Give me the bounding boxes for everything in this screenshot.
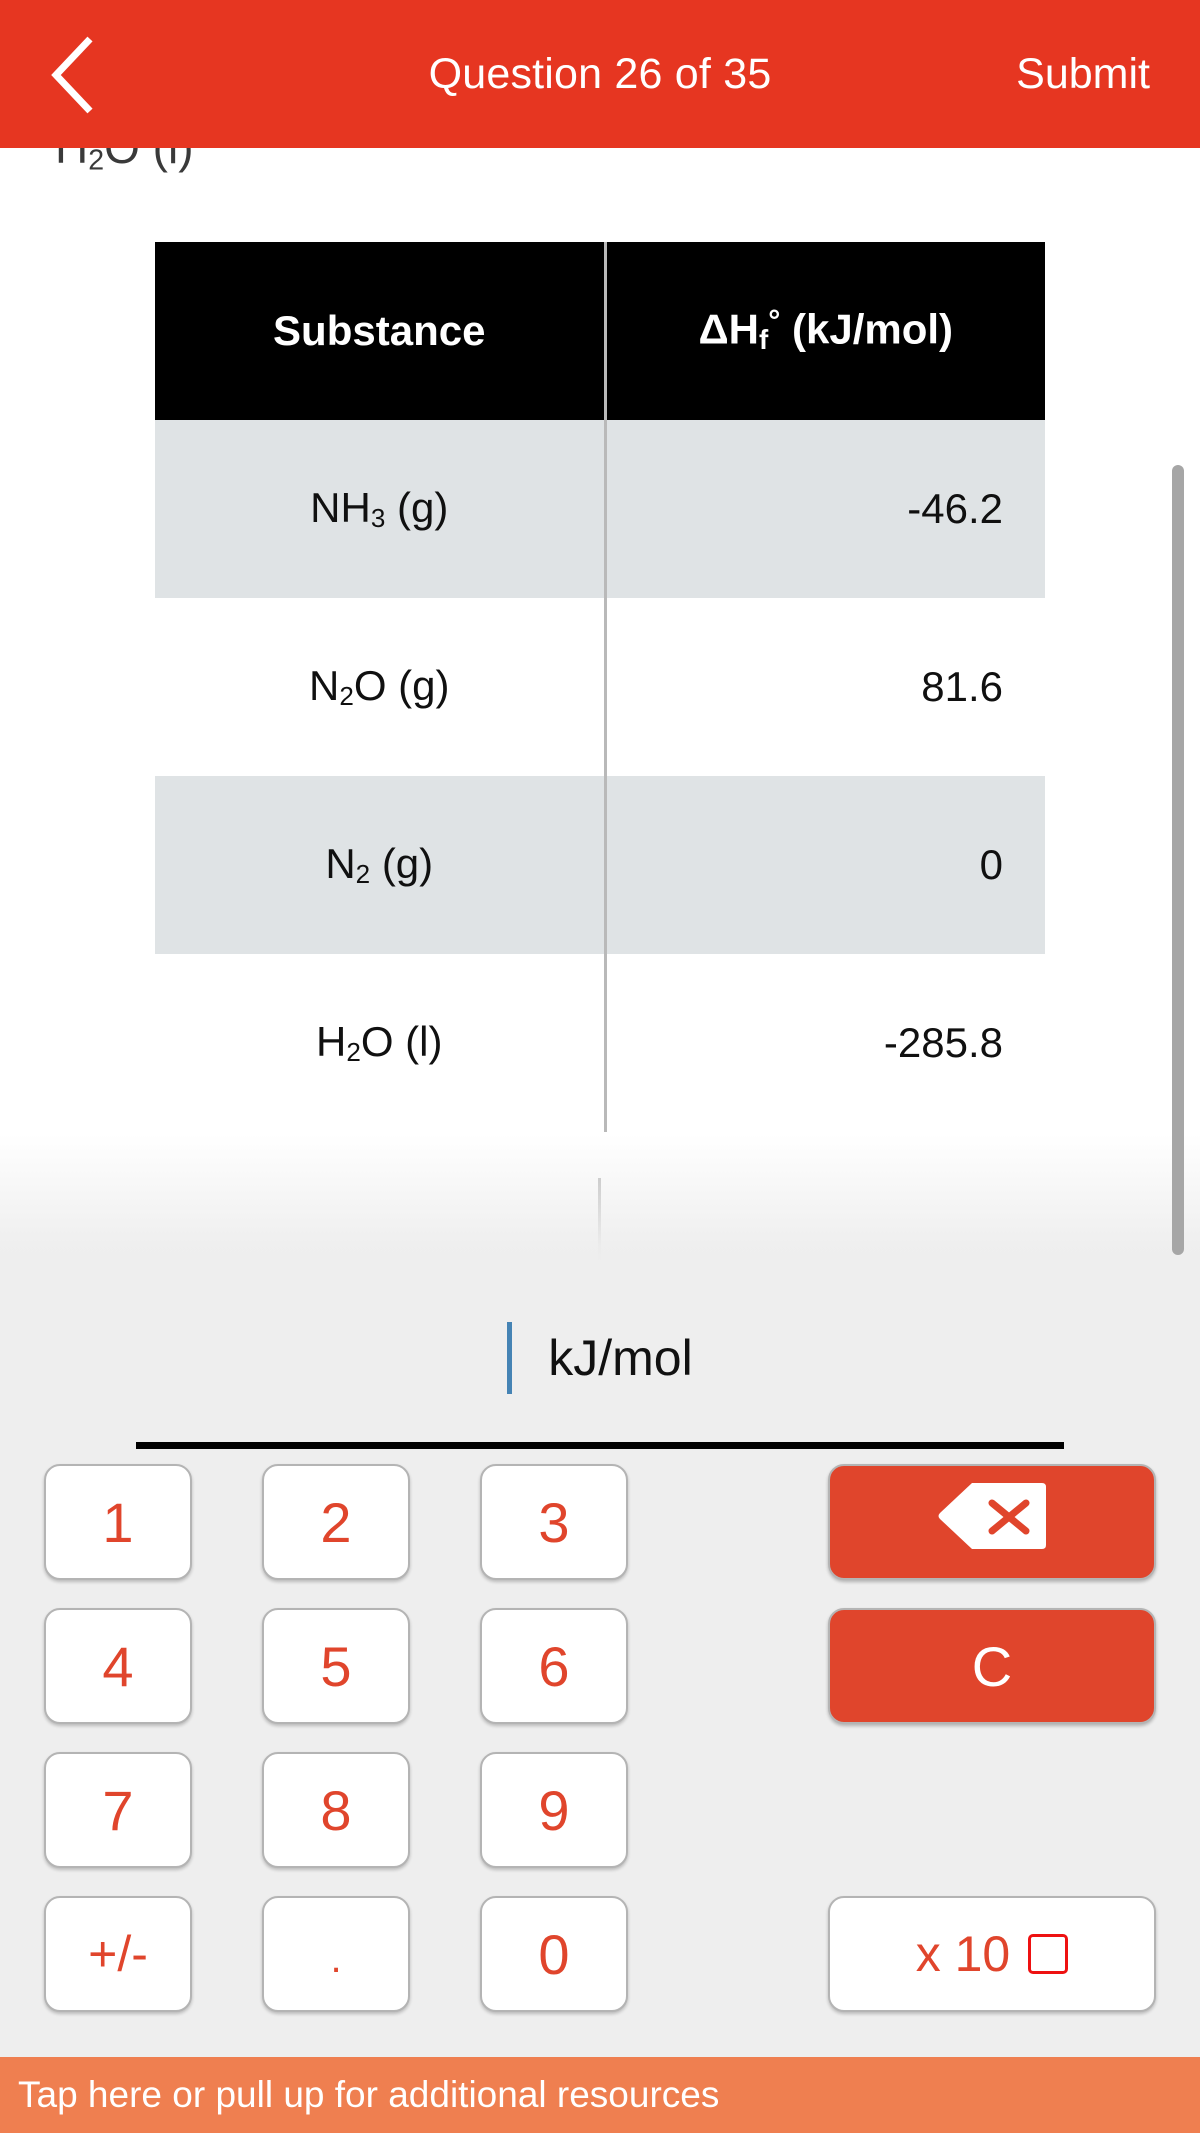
cell-substance: H2O (l) [155,954,607,1132]
additional-resources-label: Tap here or pull up for additional resou… [18,2074,720,2115]
exponent-label: x 10 [915,1926,1011,1982]
cell-substance: NH3 (g) [155,420,607,598]
cell-substance: N2O (g) [155,598,607,776]
formula-base: N [309,661,340,709]
answer-unit-label: kJ/mol [548,1330,693,1386]
table-divider-extension [598,1178,601,1264]
clipped-previous-line: H2O (l) [55,148,194,177]
answer-field-underline [136,1442,1064,1449]
question-content-scroll-area[interactable]: H2O (l) Substance ΔHf° (kJ/mol) NH3 (g) … [0,148,1200,1264]
clipped-text-sub: 2 [88,148,105,177]
key-4[interactable]: 4 [44,1608,192,1724]
key-7[interactable]: 7 [44,1752,192,1868]
formula-base: NH [310,483,371,531]
formula-state: O (g) [353,661,450,709]
key-decimal[interactable]: . [262,1896,410,2012]
additional-resources-bar[interactable]: Tap here or pull up for additional resou… [0,2057,1200,2133]
enthalpy-of-formation-table: Substance ΔHf° (kJ/mol) NH3 (g) -46.2 N2… [155,242,1045,1132]
answer-field[interactable]: kJ/mol [0,1298,1200,1418]
key-sign[interactable]: +/- [44,1896,192,2012]
column-header-enthalpy: ΔHf° (kJ/mol) [605,242,1045,420]
clipped-text-suffix: O (l) [104,148,193,173]
cell-substance: N2 (g) [155,776,607,954]
formula-base: N [325,839,356,887]
cell-value: 81.6 [605,598,1045,776]
clipped-text-prefix: H [55,148,88,173]
enthalpy-symbol: ΔH [698,306,759,354]
formula-base: H [316,1017,347,1065]
cell-value: 0 [605,776,1045,954]
formula-subscript: 2 [355,859,371,890]
cell-value: -285.8 [605,954,1045,1132]
enthalpy-table-wrapper: Substance ΔHf° (kJ/mol) NH3 (g) -46.2 N2… [155,242,1045,1132]
table-row: N2O (g) 81.6 [155,598,1045,776]
submit-button[interactable]: Submit [1016,50,1150,99]
key-0[interactable]: 0 [480,1896,628,2012]
clear-button[interactable]: C [828,1608,1156,1724]
formula-state: (g) [385,483,449,531]
numeric-keypad: 1 2 3 4 5 6 C 7 8 9 +/- . 0 x 10 [0,1464,1200,2044]
key-3[interactable]: 3 [480,1464,628,1580]
formula-subscript: 2 [346,1037,361,1068]
enthalpy-units: (kJ/mol) [780,306,954,354]
formula-state: O (l) [360,1017,443,1065]
table-row: NH3 (g) -46.2 [155,420,1045,598]
key-2[interactable]: 2 [262,1464,410,1580]
formula-subscript: 2 [339,681,354,712]
top-navigation-bar: Question 26 of 35 Submit [0,0,1200,148]
table-header-row: Substance ΔHf° (kJ/mol) [155,242,1045,420]
scrollbar-thumb[interactable] [1172,465,1184,1255]
key-5[interactable]: 5 [262,1608,410,1724]
answer-input-panel: kJ/mol 1 2 3 4 5 6 C 7 8 9 +/- . 0 x 10 [0,1264,1200,2057]
formula-state: (g) [370,839,434,887]
column-header-substance: Substance [155,242,607,420]
exponent-button[interactable]: x 10 [828,1896,1156,2012]
key-1[interactable]: 1 [44,1464,192,1580]
table-row: H2O (l) -285.8 [155,954,1045,1132]
enthalpy-subscript: f [759,324,769,356]
vertical-scrollbar[interactable] [1172,465,1184,1265]
exponent-placeholder-box [1028,1934,1069,1974]
text-cursor [507,1322,513,1394]
key-8[interactable]: 8 [262,1752,410,1868]
cell-value: -46.2 [605,420,1045,598]
key-9[interactable]: 9 [480,1752,628,1868]
backspace-button[interactable] [828,1464,1156,1580]
enthalpy-superscript: ° [768,305,781,339]
table-row: N2 (g) 0 [155,776,1045,954]
backspace-icon [938,1481,1046,1564]
key-6[interactable]: 6 [480,1608,628,1724]
app-screen: Question 26 of 35 Submit H2O (l) Substan… [0,0,1200,2133]
formula-subscript: 3 [370,503,386,534]
